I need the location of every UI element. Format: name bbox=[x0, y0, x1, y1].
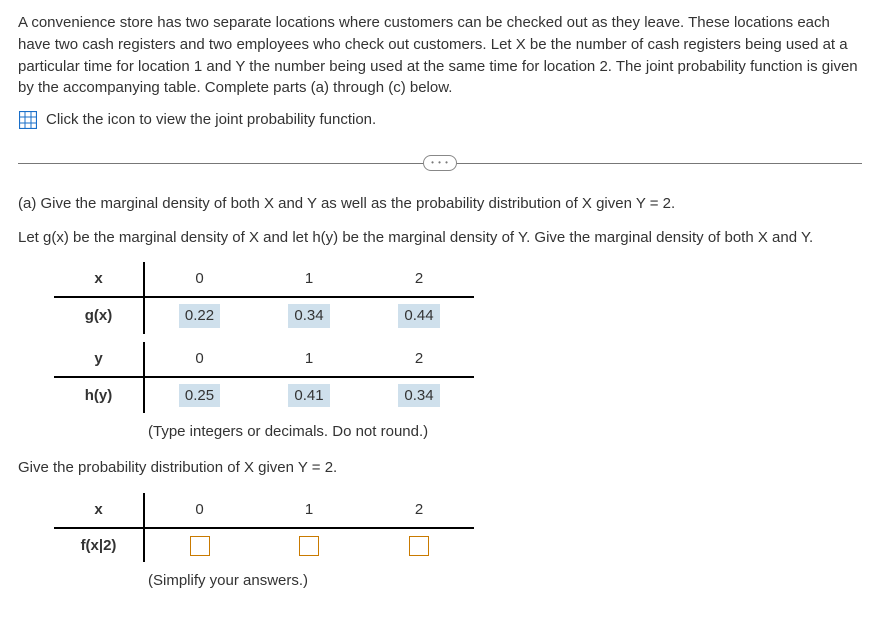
fx2-row-label: x bbox=[54, 493, 144, 528]
expand-pill[interactable]: • • • bbox=[423, 155, 457, 171]
gx-table: x 0 1 2 g(x) 0.22 0.34 0.44 bbox=[54, 262, 862, 334]
hint-type-decimals: (Type integers or decimals. Do not round… bbox=[148, 421, 862, 443]
fx2-input-0 bbox=[144, 528, 254, 563]
fx2-col-1: 1 bbox=[254, 493, 364, 528]
hy-col-0: 0 bbox=[144, 342, 254, 377]
fx2-col-0: 0 bbox=[144, 493, 254, 528]
gx-col-0: 0 bbox=[144, 262, 254, 297]
fx2-fn-label: f(x|2) bbox=[54, 528, 144, 563]
section-divider: • • • bbox=[18, 151, 862, 175]
fx2-input-2 bbox=[364, 528, 474, 563]
hy-val-2: 0.34 bbox=[364, 377, 474, 414]
hy-val-0: 0.25 bbox=[144, 377, 254, 414]
gx-val-2: 0.44 bbox=[364, 297, 474, 334]
view-table-row: Click the icon to view the joint probabi… bbox=[18, 109, 862, 131]
answer-input[interactable] bbox=[190, 536, 210, 556]
hy-val-1: 0.41 bbox=[254, 377, 364, 414]
gx-row-label: x bbox=[54, 262, 144, 297]
gx-val-0: 0.22 bbox=[144, 297, 254, 334]
hint-simplify: (Simplify your answers.) bbox=[148, 570, 862, 592]
part-a-label: (a) Give the marginal density of both X … bbox=[18, 193, 862, 215]
gx-col-1: 1 bbox=[254, 262, 364, 297]
problem-statement: A convenience store has two separate loc… bbox=[18, 12, 862, 99]
hy-row-label: y bbox=[54, 342, 144, 377]
answer-input[interactable] bbox=[299, 536, 319, 556]
hy-col-2: 2 bbox=[364, 342, 474, 377]
gx-col-2: 2 bbox=[364, 262, 474, 297]
gx-fn-label: g(x) bbox=[54, 297, 144, 334]
hy-col-1: 1 bbox=[254, 342, 364, 377]
conditional-prompt: Give the probability distribution of X g… bbox=[18, 457, 862, 479]
gx-val-1: 0.34 bbox=[254, 297, 364, 334]
fx2-table: x 0 1 2 f(x|2) bbox=[54, 493, 862, 563]
hy-table: y 0 1 2 h(y) 0.25 0.41 0.34 bbox=[54, 342, 862, 414]
hy-fn-label: h(y) bbox=[54, 377, 144, 414]
part-a-instruction: Let g(x) be the marginal density of X an… bbox=[18, 227, 862, 249]
fx2-input-1 bbox=[254, 528, 364, 563]
view-table-link[interactable]: Click the icon to view the joint probabi… bbox=[46, 109, 376, 131]
answer-input[interactable] bbox=[409, 536, 429, 556]
fx2-col-2: 2 bbox=[364, 493, 474, 528]
table-icon[interactable] bbox=[18, 110, 38, 130]
